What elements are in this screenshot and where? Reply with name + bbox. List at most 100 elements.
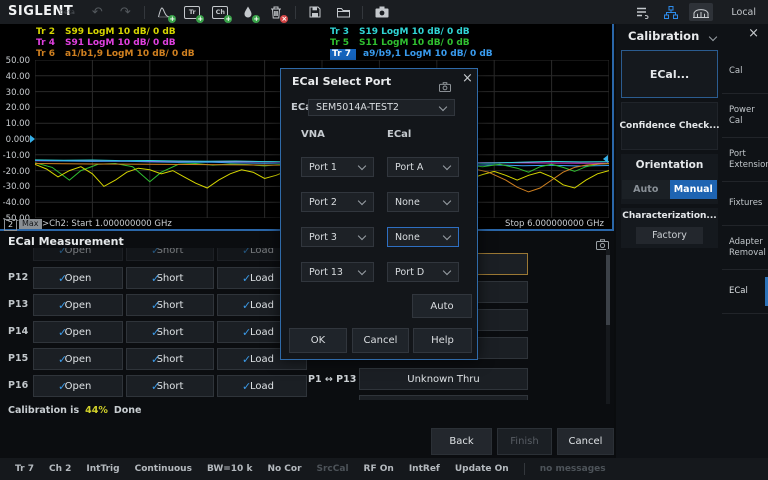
vna-port-select[interactable]: Port 1 [301, 157, 374, 177]
vna-column-header: VNA [301, 129, 325, 140]
open-standard-button[interactable]: ✓Open [33, 248, 123, 261]
status-no-cor[interactable]: No Cor [267, 464, 301, 474]
delete-icon[interactable]: × [266, 3, 286, 21]
sidebar-tab-ecal[interactable]: ECal [722, 270, 768, 314]
short-standard-button[interactable]: ✓Short [126, 321, 214, 343]
standard-label: Load [250, 354, 274, 365]
y-axis-tick: 10.00 [0, 119, 30, 129]
dialog-cancel-button[interactable]: Cancel [352, 328, 409, 353]
ecal-port-select[interactable]: None [387, 227, 459, 247]
preset-list-icon[interactable] [633, 3, 653, 21]
unknown-thru-button[interactable]: Unknown Thru [359, 368, 528, 390]
trace-desc-label: a9/b9,1 LogM 10 dB/ 0 dB [363, 49, 493, 60]
status-rf-on[interactable]: RF On [364, 464, 394, 474]
lan-network-icon[interactable] [661, 3, 681, 21]
vna-port-select[interactable]: Port 13 [301, 262, 374, 282]
status-update-on[interactable]: Update On [455, 464, 509, 474]
load-standard-button[interactable]: ✓Load [217, 375, 307, 397]
status-intref[interactable]: IntRef [409, 464, 440, 474]
ecal-port-select[interactable]: Port A [387, 157, 459, 177]
y-axis-labels: 50.0040.0030.0020.0010.000.000-10.00-20.… [0, 60, 32, 218]
standard-label: Short [157, 327, 184, 338]
status-continuous[interactable]: Continuous [135, 464, 192, 474]
status-ch-2[interactable]: Ch 2 [49, 464, 71, 474]
ok-button[interactable]: OK [289, 328, 347, 353]
orientation-manual-option[interactable]: Manual [670, 180, 718, 199]
status-tr-7[interactable]: Tr 7 [15, 464, 34, 474]
open-standard-button[interactable]: ✓Open [33, 267, 123, 289]
scrollbar-thumb[interactable] [606, 255, 610, 325]
sidebar-tab-port-extension[interactable]: Port Extension [722, 138, 768, 182]
status-inttrig[interactable]: IntTrig [86, 464, 119, 474]
check-icon: ✓ [242, 326, 251, 339]
add-channel-icon[interactable]: Ch + [210, 3, 230, 21]
open-standard-button[interactable]: ✓Open [33, 321, 123, 343]
short-standard-button[interactable]: ✓Short [126, 267, 214, 289]
panel-title: ECal Measurement [8, 235, 124, 248]
add-marker-icon[interactable]: + [238, 3, 258, 21]
short-standard-button[interactable]: ✓Short [126, 375, 214, 397]
ecal-module-select[interactable]: SEM5014A-TEST2 [308, 99, 455, 116]
table-scrollbar[interactable] [606, 249, 610, 404]
vna-port-select[interactable]: Port 3 [301, 227, 374, 247]
trace-legend-item[interactable]: Tr 5S11 LogM 10 dB/ 0 dB [330, 38, 493, 49]
y-axis-tick: 30.00 [0, 88, 30, 98]
app-window: SIGLENTbeta ↶ ↷ + Tr + Ch + + × [0, 0, 768, 480]
characterization-section: Characterization... Factory [621, 208, 718, 248]
open-standard-button[interactable]: ✓Open [33, 348, 123, 370]
add-measurement-icon[interactable]: + [154, 3, 174, 21]
help-button[interactable]: Help [413, 328, 472, 353]
ecal-port-select[interactable]: Port D [387, 262, 459, 282]
ecal-menu-button[interactable]: ECal... [621, 50, 718, 98]
sidebar-tab-adapter-removal[interactable]: Adapter Removal [722, 226, 768, 270]
sidebar-tab-power-cal[interactable]: Power Cal [722, 94, 768, 138]
auto-button[interactable]: Auto [412, 294, 472, 318]
dialog-close-icon[interactable]: × [462, 71, 473, 86]
port-label [8, 248, 30, 261]
sidebar-title[interactable]: Calibration [628, 29, 716, 43]
ecal-port-select[interactable]: None [387, 192, 459, 212]
back-button[interactable]: Back [431, 428, 492, 455]
select-value: Port A [395, 162, 423, 173]
add-trace-icon[interactable]: Tr + [182, 3, 202, 21]
y-axis-tick: 40.00 [0, 72, 30, 82]
web-bridge-icon[interactable] [689, 3, 713, 21]
short-standard-button[interactable]: ✓Short [126, 248, 214, 261]
save-icon[interactable] [305, 3, 325, 21]
characterization-label: Characterization... [621, 211, 718, 221]
short-standard-button[interactable]: ✓Short [126, 294, 214, 316]
open-standard-button[interactable]: ✓Open [33, 294, 123, 316]
dialog-screenshot-icon[interactable] [439, 77, 451, 96]
sidebar-tab-fixtures[interactable]: Fixtures [722, 182, 768, 226]
status-bw-10-k[interactable]: BW=10 k [207, 464, 252, 474]
trace-legend-item[interactable]: Tr 6a1/b1,9 LogM 10 dB/ 0 dB [36, 49, 195, 60]
factory-button[interactable]: Factory [636, 227, 703, 244]
trace-legend-item[interactable]: Tr 4S91 LogM 10 dB/ 0 dB [36, 38, 195, 49]
local-remote-label[interactable]: Local [731, 7, 756, 18]
trace-legend-item[interactable]: Tr 2S99 LogM 10 dB/ 0 dB [36, 27, 195, 38]
undo-icon[interactable]: ↶ [87, 3, 107, 21]
channel-number-badge: 2 [4, 219, 17, 231]
orientation-label: Orientation [621, 159, 718, 171]
trace-legend-item[interactable]: Tr 7a9/b9,1 LogM 10 dB/ 0 dB [330, 49, 493, 60]
reference-level-marker-icon [30, 135, 35, 143]
sidebar-close-icon[interactable]: × [748, 26, 759, 41]
status-no-messages[interactable]: no messages [540, 464, 606, 474]
orientation-auto-option[interactable]: Auto [622, 180, 670, 199]
finish-button[interactable]: Finish [497, 428, 552, 455]
standard-label: Open [65, 327, 92, 338]
screenshot-icon[interactable] [372, 3, 392, 21]
thru-button-partial[interactable] [359, 395, 528, 400]
vna-port-select[interactable]: Port 2 [301, 192, 374, 212]
sidebar-tab-cal[interactable]: Cal [722, 50, 768, 94]
cancel-button[interactable]: Cancel [557, 428, 614, 455]
open-file-icon[interactable] [333, 3, 353, 21]
short-standard-button[interactable]: ✓Short [126, 348, 214, 370]
open-standard-button[interactable]: ✓Open [33, 375, 123, 397]
standard-label: Short [157, 273, 184, 284]
redo-icon[interactable]: ↷ [115, 3, 135, 21]
status-srccal[interactable]: SrcCal [317, 464, 349, 474]
confidence-check-button[interactable]: Confidence Check... [621, 102, 718, 150]
trace-legend-item[interactable]: Tr 3S19 LogM 10 dB/ 0 dB [330, 27, 493, 38]
trace-desc-label: S91 LogM 10 dB/ 0 dB [65, 38, 176, 49]
